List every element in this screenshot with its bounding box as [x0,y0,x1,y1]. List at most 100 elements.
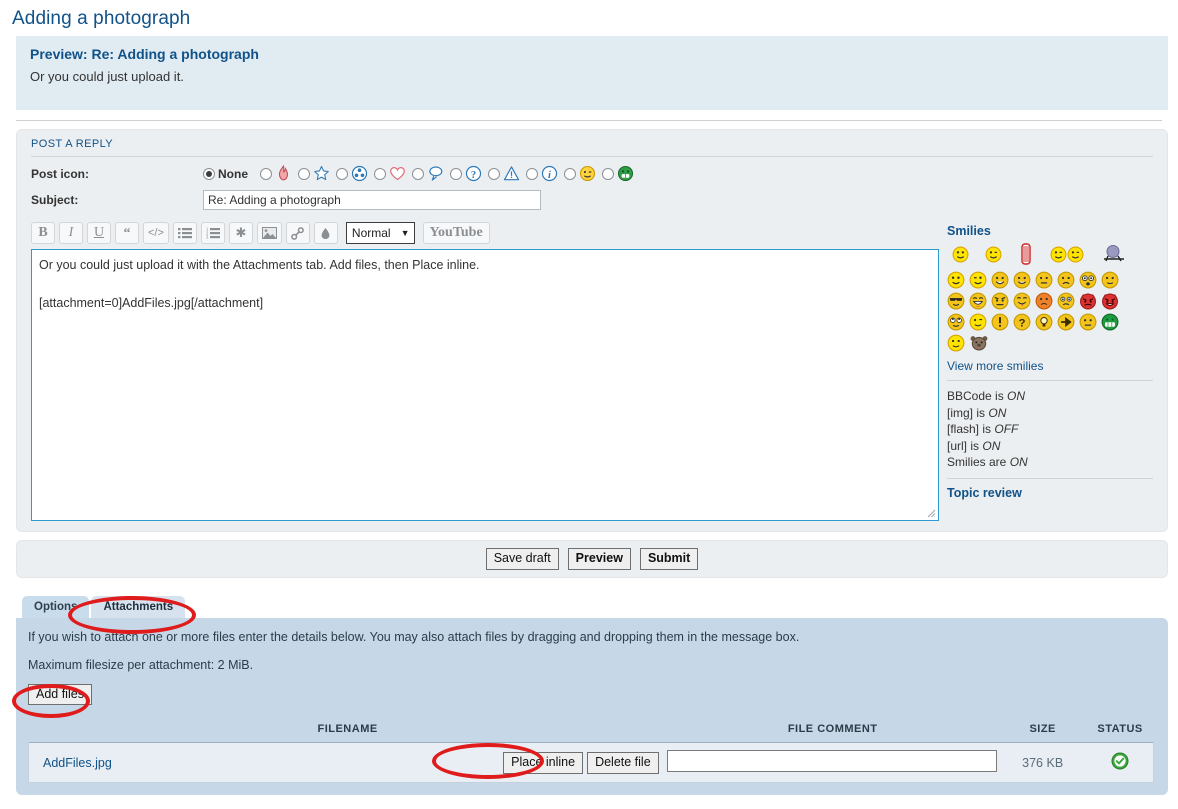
cry-icon[interactable] [1057,292,1075,310]
bbcode-status-item: BBCode is ON [947,388,1153,405]
grin-icon[interactable] [991,271,1009,289]
delete-file-button[interactable]: Delete file [587,752,659,774]
mrgreen-icon[interactable] [1101,313,1119,331]
cool-icon[interactable] [947,292,965,310]
happy-icon[interactable] [1013,271,1031,289]
tab-attachments[interactable]: Attachments [91,596,186,618]
laugh-icon[interactable] [969,292,987,310]
font-color-button[interactable] [313,222,338,244]
post-icon-option-none[interactable]: None [203,167,254,181]
neutral-icon[interactable] [1035,271,1053,289]
preview-button[interactable]: Preview [567,548,631,570]
bbcode-status-label: [img] is [947,405,986,420]
post-icon-option-question[interactable]: ? [450,165,482,182]
post-icon-option-radioactive[interactable] [336,165,368,182]
svg-text:i: i [548,170,551,181]
biggrin2-icon[interactable] [1067,246,1084,263]
bold-button[interactable]: B [31,222,55,244]
post-icon-option-thought[interactable] [412,165,444,182]
list-button[interactable] [172,222,197,244]
ordered-list-button[interactable]: 1 2 3 [200,222,225,244]
attachment-tabs: Options Attachments [22,596,1178,618]
panel-heading: POST A REPLY [31,138,1153,157]
question-icon: ? [465,165,482,182]
smile-icon[interactable] [947,334,965,352]
rolleyes-icon[interactable] [947,313,965,331]
radio-question[interactable] [450,167,462,180]
radio-grin-smiley[interactable] [602,167,614,180]
attachment-filename-link[interactable]: AddFiles.jpg [43,756,112,770]
resize-grip-icon[interactable] [926,508,936,518]
radio-fire[interactable] [260,167,272,180]
tab-options[interactable]: Options [22,596,90,618]
table-row: AddFiles.jpg Place inline Delete file 37… [27,742,1154,784]
bbcode-toolbar: B I U “ </> 1 2 3 ✱ Normal ▼ YouTube [31,222,939,244]
quote-button[interactable]: “ [115,222,139,244]
underline-button[interactable]: U [87,222,111,244]
smilie-row [947,243,1153,265]
font-size-select[interactable]: Normal ▼ [345,222,415,244]
question-icon[interactable]: ? [1013,313,1031,331]
arrow-icon[interactable] [1057,313,1075,331]
radio-star[interactable] [298,167,310,180]
bear-icon[interactable] [969,334,989,352]
place-inline-button[interactable]: Place inline [503,752,584,774]
save-draft-button[interactable]: Save draft [485,548,559,570]
topic-review-link[interactable]: Topic review [947,486,1022,500]
post-icon-option-fire[interactable] [260,165,292,182]
file-comment-input[interactable] [666,750,997,773]
smilie-row: ? [947,313,1153,331]
exclaim-icon[interactable] [991,313,1009,331]
post-icon-option-star[interactable] [298,165,330,182]
wink-icon[interactable] [985,246,1002,263]
smile-icon[interactable] [952,246,969,263]
radio-heart[interactable] [374,167,386,180]
bbcode-status-item: [img] is ON [947,405,1153,422]
post-icon-option-wink-smiley[interactable] [564,165,596,182]
post-icon-option-heart[interactable] [374,165,406,182]
star-icon [314,165,329,181]
code-button[interactable]: </> [143,222,169,244]
submit-button[interactable]: Submit [639,548,699,570]
message-line-1: Or you could just upload it with the Att… [39,258,480,272]
list-item-button[interactable]: ✱ [228,222,253,244]
image-button[interactable] [256,222,282,244]
post-icon-option-warning[interactable] [488,165,520,182]
smile-icon[interactable] [947,271,965,289]
shocked-icon[interactable] [1079,271,1097,289]
comment-wrap [666,750,999,775]
wink2-icon[interactable] [969,313,987,331]
radio-info[interactable] [526,167,538,180]
twisted-icon[interactable] [1101,292,1119,310]
add-files-button[interactable]: Add files [28,684,92,706]
radio-thought[interactable] [412,167,424,180]
table-header-row: FILENAME FILE COMMENT SIZE STATUS [29,717,1154,743]
evil-icon[interactable] [1079,292,1097,310]
razz-icon[interactable] [1013,292,1031,310]
redface-icon[interactable] [1018,243,1034,265]
message-textarea[interactable]: Or you could just upload it with the Att… [31,249,939,521]
plain-icon[interactable] [1101,271,1119,289]
youtube-button[interactable]: YouTube [422,222,490,244]
post-icon-option-info[interactable]: i [526,165,558,182]
neutral2-icon[interactable] [1079,313,1097,331]
italic-button[interactable]: I [59,222,83,244]
sad-icon[interactable] [1057,271,1075,289]
subject-input[interactable] [203,190,541,210]
radio-none[interactable] [203,167,215,180]
mad-icon[interactable] [991,292,1009,310]
surprised-icon[interactable] [1100,244,1130,264]
idea-icon[interactable] [1035,313,1053,331]
embarrassed-icon[interactable] [1035,292,1053,310]
wink-icon[interactable] [969,271,987,289]
add-files-wrap: Add files [28,684,1154,706]
radio-warning[interactable] [488,167,500,180]
post-icon-option-grin-smiley[interactable] [602,165,634,182]
link-button[interactable] [285,222,310,244]
quote-icon: “ [124,227,131,239]
radio-radioactive[interactable] [336,167,348,180]
biggrin-icon[interactable] [1050,246,1067,263]
radio-wink-smiley[interactable] [564,167,576,180]
view-more-smilies-link[interactable]: View more smilies [947,359,1043,373]
column-header-file-comment: FILE COMMENT [787,723,878,736]
